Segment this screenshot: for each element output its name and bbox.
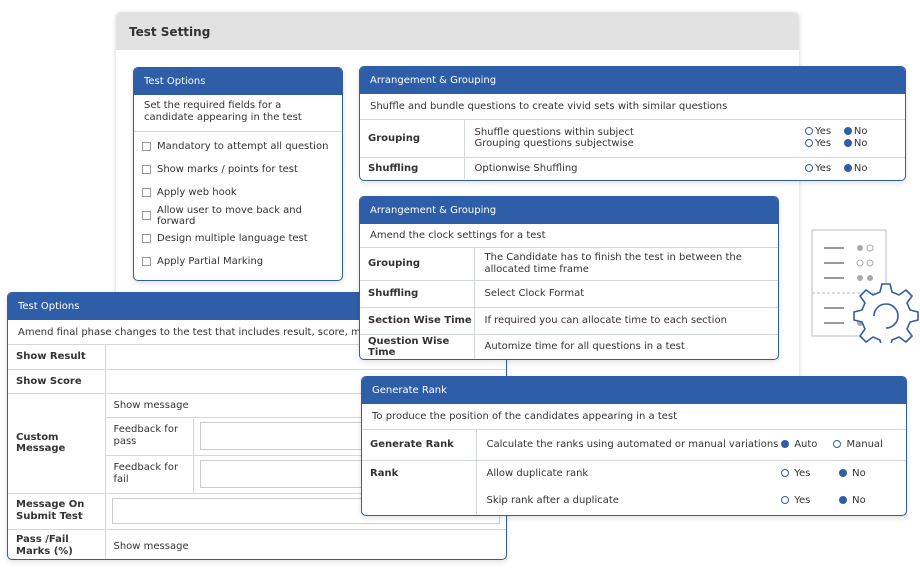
generate-rank-text: Calculate the ranks using automated or m… — [476, 430, 781, 461]
skip-rank-text: Skip rank after a duplicate — [486, 495, 619, 506]
clock-settings-title: Arrangement & Grouping — [360, 197, 778, 224]
feedback-pass-label: Feedback for pass — [106, 417, 194, 455]
arrangement-description: Shuffle and bundle questions to create v… — [360, 94, 905, 120]
checklist-document-icon — [810, 228, 920, 349]
test-options-description: Set the required fields for a candidate … — [134, 95, 342, 132]
yes-radio[interactable]: Yes — [805, 163, 831, 174]
clock-settings-description: Amend the clock settings for a test — [360, 224, 778, 248]
section-wise-time-label: Section Wise Time — [360, 307, 475, 335]
option-multi-language[interactable]: Design multiple language test — [134, 227, 342, 250]
section-wise-time-text: If required you can allocate time to eac… — [474, 307, 778, 335]
yes-radio[interactable]: Yes — [781, 468, 810, 479]
clock-settings-card: Arrangement & Grouping Amend the clock s… — [359, 196, 779, 360]
pass-fail-label: Pass /Fail Marks (%) — [8, 529, 106, 559]
option-mandatory[interactable]: Mandatory to attempt all question — [134, 135, 342, 158]
checkbox-icon[interactable] — [142, 234, 151, 243]
option-web-hook[interactable]: Apply web hook — [134, 181, 342, 204]
question-wise-time-label: Question Wise Time — [360, 334, 475, 359]
generate-rank-card: Generate Rank To produce the position of… — [361, 376, 907, 516]
optionwise-shuffling: Optionwise Shuffling — [474, 162, 578, 174]
arrangement-title: Arrangement & Grouping — [360, 67, 905, 94]
no-radio[interactable]: No — [838, 495, 866, 506]
manual-radio[interactable]: Manual — [833, 439, 883, 450]
no-radio[interactable]: No — [843, 126, 867, 137]
checkbox-icon[interactable] — [142, 188, 151, 197]
show-score-label: Show Score — [8, 369, 106, 394]
yes-radio[interactable]: Yes — [781, 495, 810, 506]
no-radio[interactable]: No — [838, 468, 866, 479]
no-radio[interactable]: No — [843, 163, 867, 174]
arrangement-grouping-card: Arrangement & Grouping Shuffle and bundl… — [359, 66, 906, 181]
question-wise-time-text: Automize time for all questions in a tes… — [484, 341, 685, 353]
grouping-label: Grouping — [360, 120, 465, 158]
option-partial-marking[interactable]: Apply Partial Marking — [134, 250, 342, 273]
generate-rank-label: Generate Rank — [362, 430, 477, 461]
yes-radio[interactable]: Yes — [805, 138, 831, 149]
show-result-label: Show Result — [8, 345, 106, 370]
shuffle-within-subject: Shuffle questions within subject — [474, 127, 634, 139]
checkbox-icon[interactable] — [142, 165, 151, 174]
checkbox-icon[interactable] — [142, 257, 151, 266]
option-show-marks[interactable]: Show marks / points for test — [134, 158, 342, 181]
allow-duplicate-text: Allow duplicate rank — [486, 468, 589, 480]
message-on-submit-label: Message On Submit Test — [8, 493, 106, 530]
shuffling-label: Shuffling — [360, 280, 475, 308]
checkbox-icon[interactable] — [142, 142, 151, 151]
pass-fail-value: Show message — [113, 540, 189, 552]
test-options-title: Test Options — [134, 68, 342, 95]
clock-format-text: Select Clock Format — [474, 280, 778, 308]
rank-label: Rank — [362, 460, 477, 514]
grouping-subjectwise: Grouping questions subjectwise — [474, 138, 634, 150]
auto-radio[interactable]: Auto — [781, 439, 817, 450]
test-options-card: Test Options Set the required fields for… — [133, 67, 343, 281]
shuffling-label: Shuffling — [360, 157, 465, 179]
page-title: Test Setting — [116, 12, 799, 50]
grouping-label: Grouping — [360, 248, 475, 281]
checkbox-icon[interactable] — [142, 211, 151, 220]
custom-message-label: Custom Message — [8, 393, 106, 494]
generate-rank-description: To produce the position of the candidate… — [362, 404, 906, 430]
gear-icon — [853, 283, 919, 349]
option-move-back-forward[interactable]: Allow user to move back and forward — [134, 204, 342, 227]
feedback-fail-label: Feedback for fail — [106, 455, 194, 493]
no-radio[interactable]: No — [843, 138, 867, 149]
generate-rank-title: Generate Rank — [362, 377, 906, 404]
grouping-text: The Candidate has to finish the test in … — [474, 248, 778, 281]
yes-radio[interactable]: Yes — [805, 126, 831, 137]
